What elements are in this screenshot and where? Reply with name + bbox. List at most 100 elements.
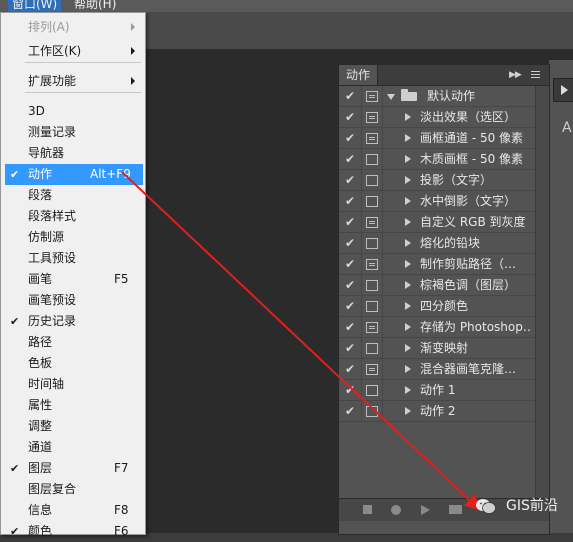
action-name-cell[interactable]: 投影（文字） (383, 170, 535, 190)
toggle-dialog-icon[interactable] (362, 401, 383, 421)
expand-triangle-icon[interactable] (405, 281, 411, 289)
action-name-cell[interactable]: 画框通道 - 50 像素 (383, 128, 535, 148)
new-set-folder-icon[interactable] (449, 505, 462, 514)
menu-item[interactable]: 测量记录 (1, 122, 145, 143)
menu-item[interactable]: 排列(A) (1, 17, 145, 38)
tab-actions[interactable]: 动作 (339, 65, 379, 85)
toggle-item-checkmark-icon[interactable]: ✔ (339, 191, 362, 211)
action-name-cell[interactable]: 默认动作 (383, 86, 535, 106)
double-chevron-right-icon[interactable]: ▶▶ (509, 70, 522, 80)
menu-item[interactable]: 通道 (1, 437, 145, 458)
record-icon[interactable] (391, 505, 401, 515)
menu-item[interactable]: 画笔 F5 (1, 269, 145, 290)
menu-item[interactable]: ✔ 图层 F7 (1, 458, 145, 479)
toggle-dialog-icon[interactable] (362, 128, 383, 148)
action-name-cell[interactable]: 动作 2 (383, 401, 535, 421)
panel-menu-icon[interactable] (529, 68, 543, 81)
collapse-triangle-icon[interactable] (387, 94, 395, 100)
expand-triangle-icon[interactable] (405, 218, 411, 226)
toggle-item-checkmark-icon[interactable]: ✔ (339, 359, 362, 379)
action-row[interactable]: ✔ 淡出效果（选区） (339, 107, 535, 128)
action-name-cell[interactable]: 混合器画笔克隆… (383, 359, 535, 379)
toggle-dialog-icon[interactable] (362, 296, 383, 316)
play-icon[interactable] (421, 505, 430, 515)
stop-icon[interactable] (363, 505, 372, 514)
toggle-dialog-icon[interactable] (362, 170, 383, 190)
menu-item[interactable]: ✔ 历史记录 (1, 311, 145, 332)
action-set-row[interactable]: ✔ 默认动作 (339, 86, 535, 107)
toggle-item-checkmark-icon[interactable]: ✔ (339, 107, 362, 127)
action-row[interactable]: ✔ 木质画框 - 50 像素 (339, 149, 535, 170)
menu-item[interactable]: 导航器 (1, 143, 145, 164)
toggle-item-checkmark-icon[interactable]: ✔ (339, 338, 362, 358)
action-row[interactable]: ✔ 水中倒影（文字） (339, 191, 535, 212)
expand-triangle-icon[interactable] (405, 407, 411, 415)
action-name-cell[interactable]: 棕褐色调（图层） (383, 275, 535, 295)
toggle-item-checkmark-icon[interactable]: ✔ (339, 170, 362, 190)
expand-triangle-icon[interactable] (405, 197, 411, 205)
action-name-cell[interactable]: 四分颜色 (383, 296, 535, 316)
toggle-dialog-icon[interactable] (362, 107, 383, 127)
action-row[interactable]: ✔ 动作 1 (339, 380, 535, 401)
action-name-cell[interactable]: 渐变映射 (383, 338, 535, 358)
toggle-item-checkmark-icon[interactable]: ✔ (339, 317, 362, 337)
menu-item[interactable]: 段落 (1, 185, 145, 206)
toggle-item-checkmark-icon[interactable]: ✔ (339, 275, 362, 295)
toggle-dialog-icon[interactable] (362, 254, 383, 274)
toggle-item-checkmark-icon[interactable]: ✔ (339, 254, 362, 274)
toggle-item-checkmark-icon[interactable]: ✔ (339, 128, 362, 148)
action-row[interactable]: ✔ 混合器画笔克隆… (339, 359, 535, 380)
action-row[interactable]: ✔ 熔化的铅块 (339, 233, 535, 254)
action-row[interactable]: ✔ 棕褐色调（图层） (339, 275, 535, 296)
expand-triangle-icon[interactable] (405, 113, 411, 121)
toggle-dialog-icon[interactable] (362, 317, 383, 337)
action-row[interactable]: ✔ 四分颜色 (339, 296, 535, 317)
expand-triangle-icon[interactable] (405, 323, 411, 331)
expand-panel-button[interactable] (553, 78, 573, 102)
action-row[interactable]: ✔ 画框通道 - 50 像素 (339, 128, 535, 149)
menu-item[interactable]: 图层复合 (1, 479, 145, 500)
menu-item[interactable]: 画笔预设 (1, 290, 145, 311)
menu-item[interactable]: 时间轴 (1, 374, 145, 395)
expand-triangle-icon[interactable] (405, 386, 411, 394)
menu-item[interactable]: 路径 (1, 332, 145, 353)
toggle-item-checkmark-icon[interactable]: ✔ (339, 212, 362, 232)
menu-item[interactable]: 属性 (1, 395, 145, 416)
menu-item[interactable]: 工作区(K) (1, 41, 145, 62)
expand-triangle-icon[interactable] (405, 134, 411, 142)
toggle-dialog-icon[interactable] (362, 359, 383, 379)
action-name-cell[interactable]: 自定义 RGB 到灰度 (383, 212, 535, 232)
toggle-item-checkmark-icon[interactable]: ✔ (339, 380, 362, 400)
toggle-item-checkmark-icon[interactable]: ✔ (339, 86, 362, 106)
menu-help[interactable]: 帮助(H) (74, 0, 116, 12)
toggle-dialog-icon[interactable] (362, 86, 383, 106)
menu-item[interactable]: 3D (1, 101, 145, 122)
menu-item[interactable]: 信息 F8 (1, 500, 145, 521)
expand-triangle-icon[interactable] (405, 365, 411, 373)
toggle-dialog-icon[interactable] (362, 233, 383, 253)
menu-item[interactable]: 段落样式 (1, 206, 145, 227)
expand-triangle-icon[interactable] (405, 176, 411, 184)
menu-window[interactable]: 窗口(W) (8, 0, 62, 12)
toggle-item-checkmark-icon[interactable]: ✔ (339, 296, 362, 316)
toggle-dialog-icon[interactable] (362, 275, 383, 295)
toggle-dialog-icon[interactable] (362, 380, 383, 400)
toggle-dialog-icon[interactable] (362, 149, 383, 169)
expand-triangle-icon[interactable] (405, 344, 411, 352)
action-row[interactable]: ✔ 投影（文字） (339, 170, 535, 191)
menu-item[interactable]: 调整 (1, 416, 145, 437)
menu-item[interactable]: 工具预设 (1, 248, 145, 269)
expand-triangle-icon[interactable] (405, 155, 411, 163)
expand-triangle-icon[interactable] (405, 302, 411, 310)
action-name-cell[interactable]: 熔化的铅块 (383, 233, 535, 253)
toggle-item-checkmark-icon[interactable]: ✔ (339, 149, 362, 169)
action-row[interactable]: ✔ 渐变映射 (339, 338, 535, 359)
action-row[interactable]: ✔ 动作 2 (339, 401, 535, 422)
menu-item[interactable]: ✔ 动作 Alt+F9 (5, 164, 143, 185)
action-name-cell[interactable]: 淡出效果（选区） (383, 107, 535, 127)
toggle-dialog-icon[interactable] (362, 338, 383, 358)
action-name-cell[interactable]: 存储为 Photoshop… (383, 317, 535, 337)
action-row[interactable]: ✔ 自定义 RGB 到灰度 (339, 212, 535, 233)
menu-item[interactable]: 色板 (1, 353, 145, 374)
expand-triangle-icon[interactable] (405, 260, 411, 268)
